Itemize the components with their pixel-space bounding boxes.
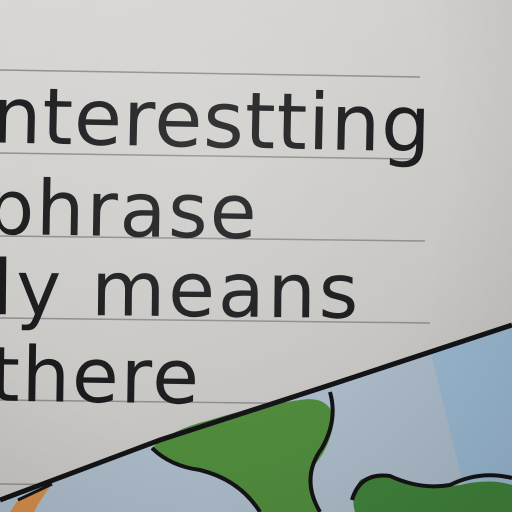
notebook-photo: nterestting phrase ly means there (0, 0, 512, 512)
handwriting-line-3: ly means (0, 243, 362, 336)
handwriting-line-2: phrase (0, 162, 260, 257)
handwriting-line-4: there (0, 329, 202, 422)
handwriting-line-1: nterestting (0, 71, 433, 171)
